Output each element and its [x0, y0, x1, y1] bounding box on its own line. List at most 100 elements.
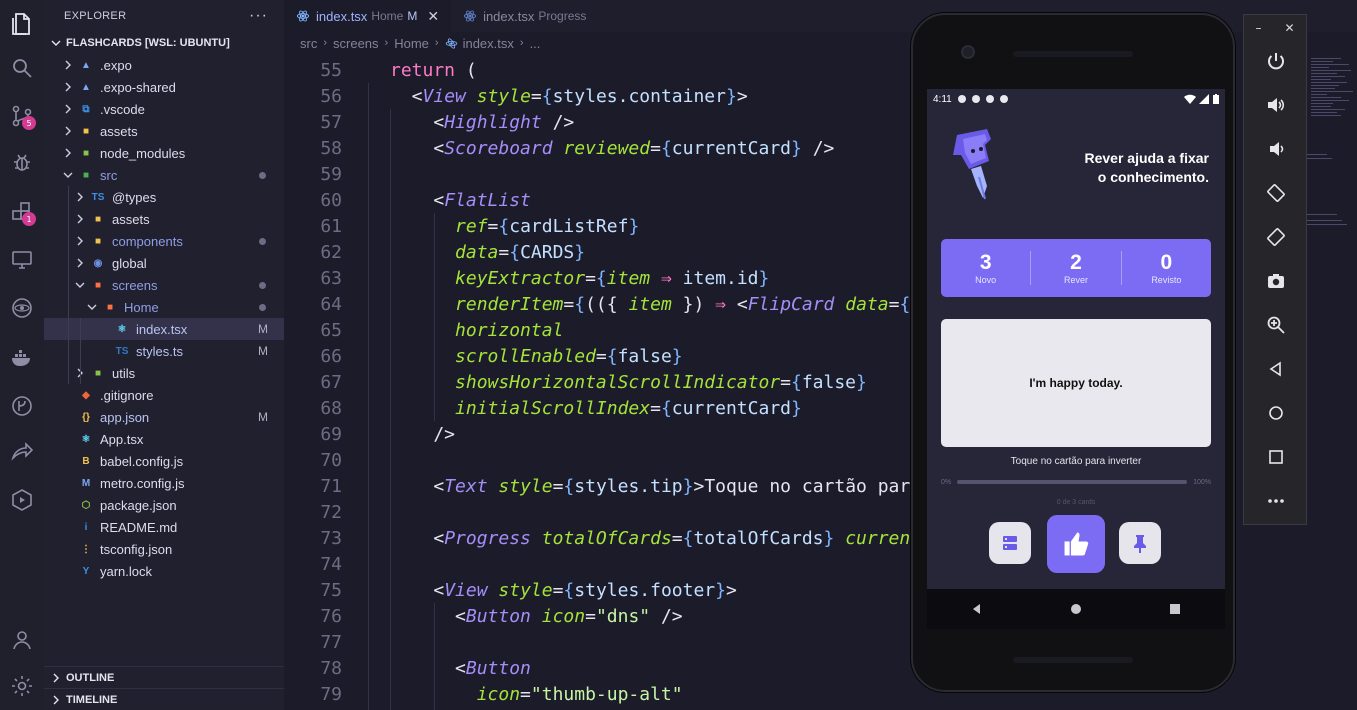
code-token: {: [660, 398, 672, 419]
breadcrumb-item[interactable]: index.tsx: [463, 36, 514, 51]
line-number: 59: [320, 164, 342, 185]
camera-icon[interactable]: [1260, 265, 1292, 297]
code-token: =: [780, 372, 791, 393]
tree-file[interactable]: ⋮ tsconfig.json: [44, 538, 284, 560]
minimap-line: [1311, 112, 1337, 113]
tree-file[interactable]: Yyarn.lock: [44, 560, 284, 582]
source-control-icon[interactable]: 5: [6, 100, 38, 132]
code-token: reviewed: [563, 138, 651, 159]
rotate-left-icon[interactable]: [1260, 177, 1292, 209]
minimap-line: [1311, 91, 1353, 92]
power-icon[interactable]: [1260, 45, 1292, 77]
tree-folder[interactable]: ▲ .expo-shared: [44, 76, 284, 98]
explorer-title: EXPLORER: [64, 10, 127, 22]
tree-file[interactable]: ◆ .gitignore: [44, 384, 284, 406]
tree-item-label: assets: [112, 211, 150, 227]
tree-folder[interactable]: ■ screens: [44, 274, 284, 296]
volume-up-icon[interactable]: [1260, 89, 1292, 121]
nav-home-icon[interactable]: [1069, 602, 1083, 616]
nav-overview-icon[interactable]: [1168, 602, 1182, 616]
thumb-up-button[interactable]: [1047, 515, 1105, 573]
folder-icon: ■: [82, 169, 90, 181]
git-status-mark: M: [258, 410, 268, 424]
more-icon[interactable]: [1260, 485, 1292, 517]
tree-folder[interactable]: ■ src: [44, 164, 284, 186]
breadcrumb-item[interactable]: screens: [333, 36, 379, 51]
minimap[interactable]: [1307, 54, 1353, 314]
tree-folder[interactable]: ◉ global: [44, 252, 284, 274]
file-icon: TS: [115, 345, 129, 357]
tree-file[interactable]: Bbabel.config.js: [44, 450, 284, 472]
dns-button[interactable]: [989, 522, 1031, 564]
code-text: ref={cardListRef}: [390, 214, 639, 240]
breadcrumb-item[interactable]: src: [300, 36, 317, 51]
tree-folder[interactable]: TS @types: [44, 186, 284, 208]
tab-label: index.tsx: [316, 8, 368, 24]
git-graph-icon[interactable]: [6, 390, 38, 422]
android-nav-bar: [927, 589, 1225, 629]
nav-back-icon[interactable]: [970, 602, 984, 616]
project-root-header[interactable]: FLASHCARDS [WSL: UBUNTU]: [44, 32, 284, 54]
code-token: totalOfCards: [541, 528, 672, 549]
code-token: =: [552, 580, 564, 601]
tree-folder[interactable]: ■ node_modules: [44, 142, 284, 164]
tab-progress-index[interactable]: index.tsx Progress: [451, 0, 598, 32]
settings-gear-icon[interactable]: [6, 670, 38, 702]
tree-file[interactable]: ⬡ package.json: [44, 494, 284, 516]
tree-folder[interactable]: ■ assets: [44, 208, 284, 230]
breadcrumb-item[interactable]: ...: [530, 36, 541, 51]
flip-hint: Toque no cartão para inverter: [1010, 456, 1142, 467]
account-icon[interactable]: [6, 624, 38, 656]
tab-home-index[interactable]: index.tsx Home M ✕: [284, 0, 452, 32]
tree-file[interactable]: Mmetro.config.js: [44, 472, 284, 494]
run-extension-icon[interactable]: [6, 484, 38, 516]
timeline-section[interactable]: TIMELINE: [44, 688, 284, 710]
pin-button[interactable]: [1119, 522, 1161, 564]
flip-card[interactable]: I'm happy today.: [941, 319, 1211, 447]
folder-icon: ■: [82, 125, 90, 137]
explorer-icon[interactable]: [6, 8, 38, 40]
more-actions-button[interactable]: ···: [249, 7, 268, 25]
code-text: horizontal: [390, 318, 563, 344]
code-text: <View style={styles.footer}>: [390, 578, 737, 604]
back-icon[interactable]: [1260, 353, 1292, 385]
breadcrumb-item[interactable]: Home: [394, 36, 429, 51]
folder-icon: ▲: [81, 81, 91, 93]
extensions-icon[interactable]: 1: [6, 196, 38, 228]
folder-icon: TS: [91, 191, 105, 203]
remote-explorer-icon[interactable]: [6, 244, 38, 276]
score-new: 3 Novo: [941, 251, 1030, 285]
tree-file[interactable]: i README.md: [44, 516, 284, 538]
code-token: {: [563, 580, 575, 601]
tree-folder[interactable]: ▲ .expo: [44, 54, 284, 76]
code-token: =: [595, 346, 607, 367]
tree-folder[interactable]: ■ components: [44, 230, 284, 252]
overview-icon[interactable]: [1260, 441, 1292, 473]
close-icon[interactable]: ✕: [427, 8, 439, 25]
minimap-line: [1311, 79, 1331, 80]
code-token: style: [498, 580, 553, 601]
line-number: 72: [320, 502, 342, 523]
debug-icon[interactable]: [6, 146, 38, 178]
code-token: {: [682, 528, 694, 549]
minimize-button[interactable]: –: [1255, 21, 1261, 35]
tree-file[interactable]: {} app.json M: [44, 406, 284, 428]
zoom-icon[interactable]: [1260, 309, 1292, 341]
app-screen[interactable]: 4:11 Rever ajuda a fixar o conhecimento.…: [927, 89, 1225, 629]
tree-file[interactable]: ⚛ App.tsx: [44, 428, 284, 450]
tree-folder[interactable]: ■ assets: [44, 120, 284, 142]
outline-section[interactable]: OUTLINE: [44, 666, 284, 688]
tree-folder[interactable]: ■ Home: [44, 296, 284, 318]
volume-down-icon[interactable]: [1260, 133, 1292, 165]
tree-folder[interactable]: ⧉ .vscode: [44, 98, 284, 120]
code-text: <Highlight />: [390, 110, 574, 136]
code-token: showsHorizontalScrollIndicator: [390, 372, 781, 393]
search-icon[interactable]: [6, 52, 38, 84]
live-share-icon[interactable]: [6, 436, 38, 468]
home-icon[interactable]: [1260, 397, 1292, 429]
rotate-right-icon[interactable]: [1260, 221, 1292, 253]
react-native-icon[interactable]: [6, 292, 38, 324]
close-button[interactable]: ✕: [1284, 21, 1294, 35]
docker-icon[interactable]: [6, 342, 38, 374]
